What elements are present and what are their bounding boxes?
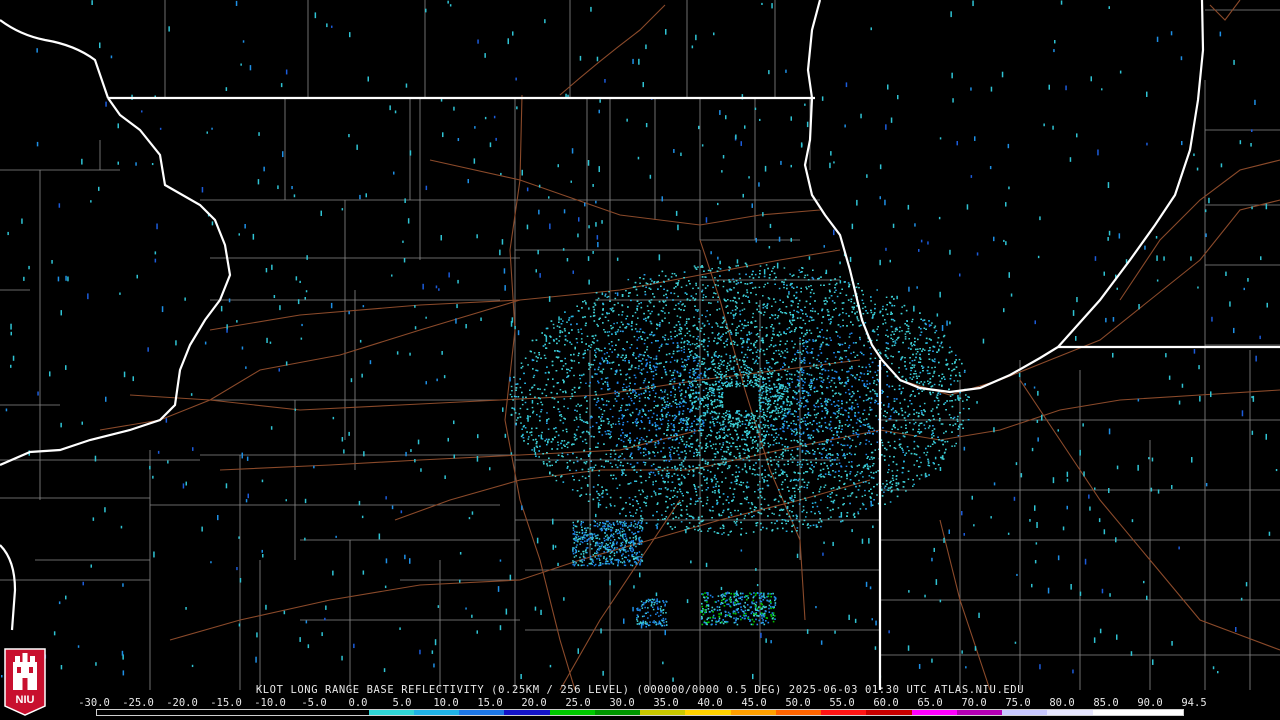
colorbar-segment bbox=[413, 710, 459, 715]
scale-label: 90.0 bbox=[1137, 697, 1163, 709]
scale-label: 40.0 bbox=[697, 697, 723, 709]
colorbar-segment bbox=[1002, 710, 1048, 715]
colorbar-segment bbox=[504, 710, 550, 715]
colorbar-segment bbox=[368, 710, 414, 715]
colorbar-segment bbox=[459, 710, 505, 715]
colorbar-segment bbox=[956, 710, 1002, 715]
reflectivity-colorbar bbox=[96, 709, 1184, 716]
scale-label: 70.0 bbox=[961, 697, 987, 709]
scale-label: 85.0 bbox=[1093, 697, 1119, 709]
scale-label: 35.0 bbox=[653, 697, 679, 709]
logo-text: NIU bbox=[16, 694, 35, 706]
scale-label: 25.0 bbox=[565, 697, 591, 709]
reflectivity-scale-labels: -30.0 -25.0 -20.0 -15.0 -10.0 -5.0 0.0 5.0 10.0 1… bbox=[78, 697, 1206, 709]
scale-label: 20.0 bbox=[521, 697, 547, 709]
colorbar-segment bbox=[187, 710, 233, 715]
colorbar-segment bbox=[730, 710, 776, 715]
scale-label: 45.0 bbox=[741, 697, 767, 709]
scale-label: 55.0 bbox=[829, 697, 855, 709]
colorbar-segment bbox=[866, 710, 912, 715]
colorbar-segment bbox=[775, 710, 821, 715]
scale-label: -20.0 bbox=[166, 697, 198, 709]
scale-label: 65.0 bbox=[917, 697, 943, 709]
colorbar-segment bbox=[323, 710, 369, 715]
colorbar-segment bbox=[1137, 710, 1183, 715]
scale-label: -5.0 bbox=[301, 697, 327, 709]
scale-label: -10.0 bbox=[254, 697, 286, 709]
colorbar-segment bbox=[278, 710, 324, 715]
scale-label: 50.0 bbox=[785, 697, 811, 709]
radar-map bbox=[0, 0, 1280, 720]
scale-label: 30.0 bbox=[609, 697, 635, 709]
scale-label: 10.0 bbox=[433, 697, 459, 709]
colorbar-segment bbox=[142, 710, 188, 715]
colorbar-segment bbox=[97, 710, 143, 715]
scale-label: 60.0 bbox=[873, 697, 899, 709]
colorbar-segment bbox=[1047, 710, 1093, 715]
colorbar-segment bbox=[640, 710, 686, 715]
colorbar-segment bbox=[232, 710, 278, 715]
scale-label: 5.0 bbox=[392, 697, 412, 709]
product-caption: KLOT LONG RANGE BASE REFLECTIVITY (0.25K… bbox=[255, 684, 1025, 696]
niu-logo: NIU bbox=[4, 648, 46, 716]
scale-label: 80.0 bbox=[1049, 697, 1075, 709]
scale-label: 75.0 bbox=[1005, 697, 1031, 709]
colorbar-segment bbox=[685, 710, 731, 715]
scale-label: -15.0 bbox=[210, 697, 242, 709]
scale-label: 0.0 bbox=[348, 697, 368, 709]
scale-label: 94.5 bbox=[1181, 697, 1207, 709]
scale-label: -25.0 bbox=[122, 697, 154, 709]
scale-label: 15.0 bbox=[477, 697, 503, 709]
scale-label: -30.0 bbox=[78, 697, 110, 709]
colorbar-segment bbox=[911, 710, 957, 715]
colorbar-segment bbox=[821, 710, 867, 715]
colorbar-segment bbox=[594, 710, 640, 715]
colorbar-segment bbox=[549, 710, 595, 715]
colorbar-segment bbox=[1092, 710, 1138, 715]
